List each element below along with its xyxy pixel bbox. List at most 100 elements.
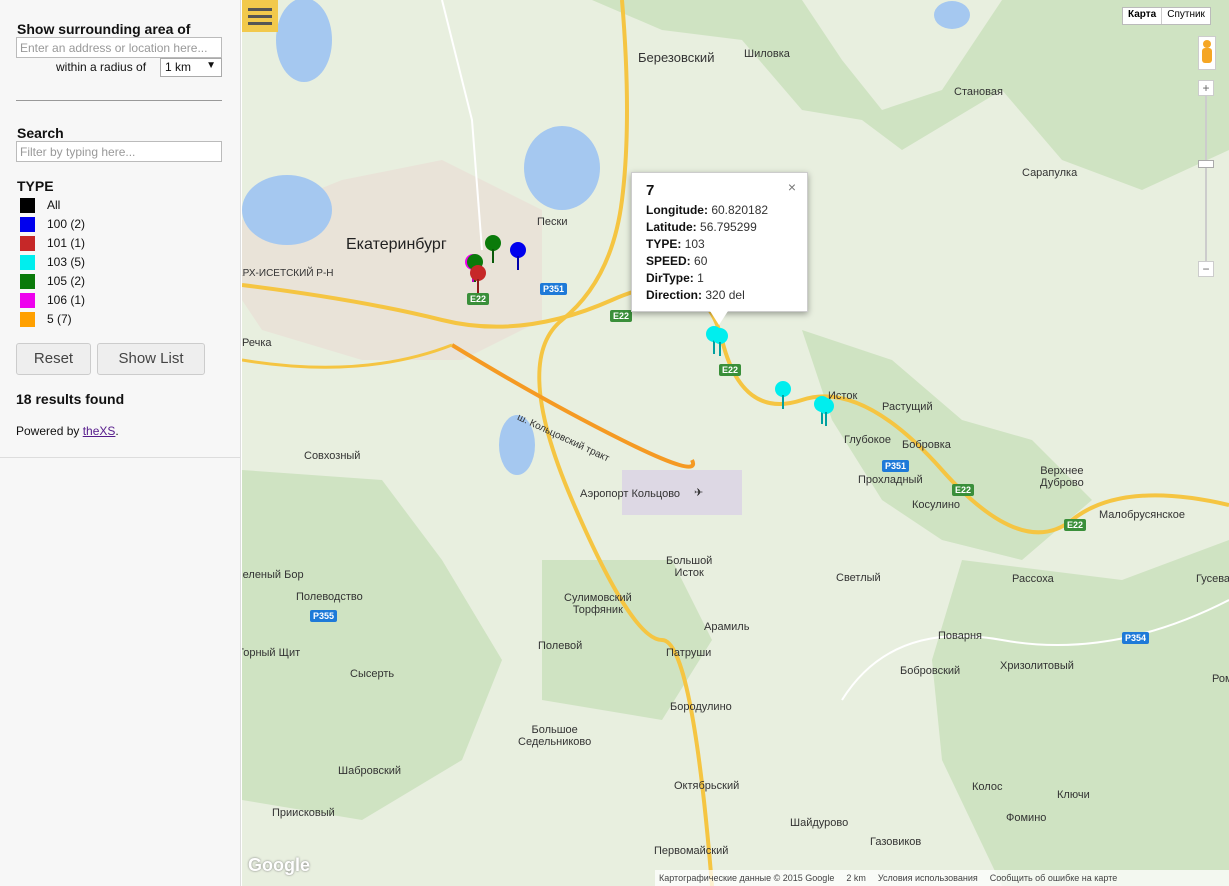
type-filter-item[interactable]: 101 (1) [20, 234, 85, 252]
map-label-bolshoy-istok: Большой Исток [666, 555, 713, 579]
search-title: Search [17, 125, 64, 141]
info-speed-value: 60 [694, 254, 708, 268]
type-filter-label: 101 (1) [47, 236, 86, 250]
map-label-stanovaya: Становая [954, 86, 1003, 98]
type-filter-item[interactable]: 100 (2) [20, 215, 85, 233]
map-label-guseva: Гусева [1196, 573, 1229, 585]
type-color-swatch [20, 292, 35, 308]
info-speed-label: SPEED: [646, 254, 691, 268]
info-latitude-value: 56.795299 [700, 220, 757, 234]
map-label-oktyabrsky: Октябрьский [674, 780, 740, 792]
map-type-map-button[interactable]: Карта [1123, 8, 1163, 24]
type-filter-item[interactable]: 106 (1) [20, 291, 85, 309]
info-latitude: Latitude: 56.795299 [646, 219, 793, 236]
type-filter-label: 105 (2) [47, 274, 86, 288]
radius-value: 1 km [165, 60, 192, 74]
info-type-label: TYPE: [646, 237, 682, 251]
map-marker-105[interactable] [485, 235, 501, 265]
map-label-polevoy: Полевой [538, 640, 583, 652]
airplane-icon: ✈ [694, 487, 704, 499]
info-latitude-label: Latitude: [646, 220, 697, 234]
marker-stem [517, 256, 519, 270]
menu-button[interactable] [242, 0, 278, 32]
zoom-slider-thumb[interactable] [1198, 160, 1214, 168]
pegman-head [1203, 40, 1211, 48]
map-type-satellite-button[interactable]: Спутник [1162, 8, 1210, 24]
type-color-swatch [20, 216, 35, 232]
map-label-patrushi: Патруши [666, 647, 712, 659]
terms-link[interactable]: Условия использования [878, 873, 978, 883]
info-direction-value: 320 del [705, 288, 745, 302]
search-input[interactable] [16, 141, 222, 162]
powered-suffix: . [115, 424, 119, 438]
marker-info-window: × 7 Longitude: 60.820182 Latitude: 56.79… [631, 172, 808, 312]
type-filter-item[interactable]: 5 (7) [20, 310, 72, 328]
info-longitude-label: Longitude: [646, 203, 708, 217]
map-marker-101[interactable] [470, 265, 486, 295]
map-label-sulimovsky-torfyanik: Сулимовский Торфяник [564, 592, 632, 616]
map-label-priiskovy: Приисковый [272, 807, 335, 819]
map-marker-100[interactable] [510, 242, 526, 272]
dropdown-arrow-icon: ▼ [206, 60, 216, 71]
hamburger-icon [248, 8, 272, 11]
map-marker-103[interactable] [712, 328, 728, 358]
type-filter-item[interactable]: All [20, 196, 60, 214]
google-logo: Google [248, 855, 310, 875]
map-label-rechka: Речка [242, 337, 272, 349]
map-label-raskha: Рассоха [1012, 573, 1054, 585]
type-filter-item[interactable]: 105 (2) [20, 272, 85, 290]
map-label-gazovikov: Газовиков [870, 836, 922, 848]
zoom-out-button[interactable]: − [1198, 261, 1214, 277]
marker-stem [492, 249, 494, 263]
reset-button[interactable]: Reset [16, 343, 91, 375]
thexs-link[interactable]: theXS [83, 424, 116, 438]
map-marker-103[interactable] [775, 381, 791, 411]
map-label-verkhnee-dubrovo: Верхнее Дуброво [1040, 465, 1084, 489]
road-shield-p351: Р351 [540, 283, 568, 295]
marker-stem [825, 412, 827, 426]
type-filter-label: All [47, 198, 61, 212]
type-color-swatch [20, 197, 35, 213]
hamburger-icon [248, 15, 272, 18]
type-color-swatch [20, 254, 35, 270]
map-label-aramil: Арамиль [704, 621, 750, 633]
map-label-sysert: Сысерть [350, 668, 395, 680]
street-view-pegman-icon[interactable] [1198, 36, 1216, 70]
info-dirtype-value: 1 [697, 271, 704, 285]
road-shield-p355: Р355 [310, 610, 338, 622]
map-marker-103[interactable] [818, 398, 834, 428]
info-type-value: 103 [684, 237, 705, 251]
lake [276, 0, 332, 82]
map-label-povarnya: Поварня [938, 630, 983, 642]
radius-label: within a radius of [56, 60, 147, 74]
info-direction: Direction: 320 del [646, 287, 793, 304]
info-dirtype: DirType: 1 [646, 270, 793, 287]
powered-by: Powered by theXS. [16, 424, 119, 438]
show-list-button[interactable]: Show List [97, 343, 205, 375]
map-label-roma: Рома [1212, 673, 1229, 685]
report-error-link[interactable]: Сообщить об ошибке на карте [990, 873, 1117, 883]
info-title: 7 [646, 182, 655, 199]
type-filter-item[interactable]: 103 (5) [20, 253, 85, 271]
hamburger-icon [248, 22, 272, 25]
zoom-control: + − [1198, 80, 1214, 280]
close-icon[interactable]: × [788, 179, 796, 195]
lake [524, 126, 600, 210]
lake [242, 175, 332, 245]
radius-select[interactable]: 1 km ▼ [160, 58, 222, 77]
map-label-peski: Пески [537, 216, 568, 228]
map-label-verkh-isetsky: ЕРХ-ИСЕТСКИЙ Р-Н [242, 268, 334, 279]
address-input[interactable] [16, 37, 222, 58]
zoom-in-button[interactable]: + [1198, 80, 1214, 96]
map-label-bobrovsky: Бобровский [900, 665, 961, 677]
forest-area [932, 540, 1229, 886]
map-label-shilovka: Шиловка [744, 48, 790, 60]
results-count: 18 results found [16, 391, 125, 407]
map-label-bolshoe-sedelnikovo: Большое Седельниково [518, 724, 592, 748]
divider [16, 100, 222, 101]
surrounding-area-title: Show surrounding area of [17, 21, 191, 37]
map-canvas[interactable]: Екатеринбург Березовский Шиловка Станова… [242, 0, 1229, 886]
map-scale: 2 km [846, 873, 866, 883]
map-label-polevodstvo: Полеводство [296, 591, 363, 603]
type-filter-label: 100 (2) [47, 217, 86, 231]
